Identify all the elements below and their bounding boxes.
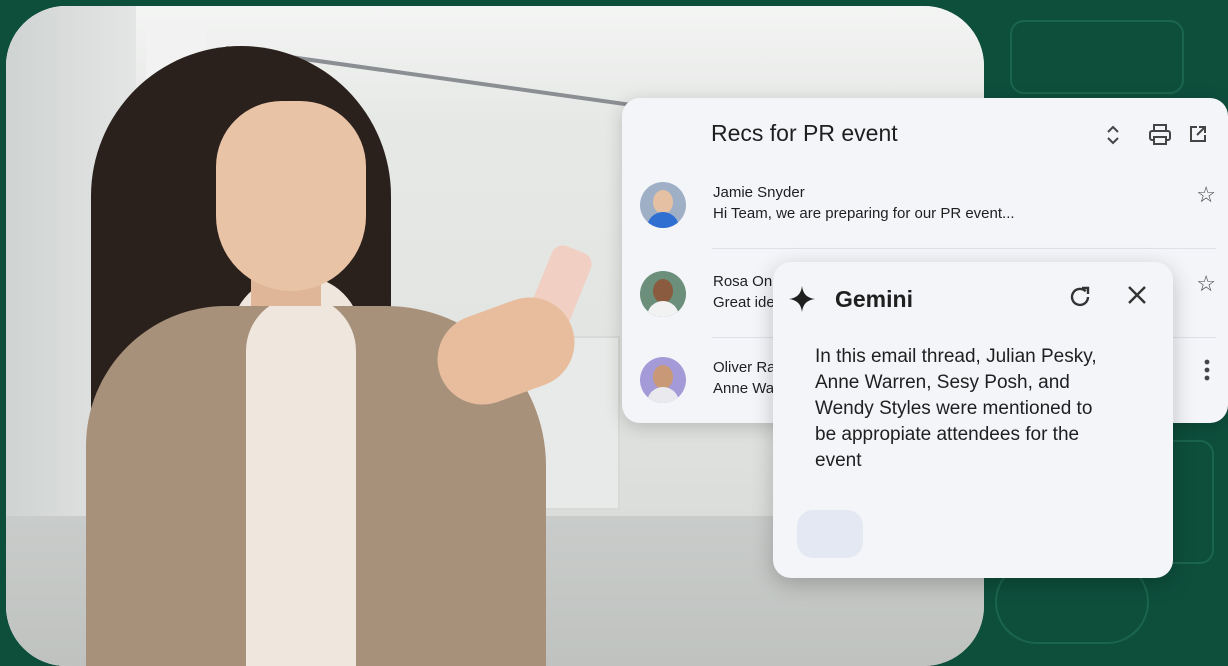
star-icon[interactable]: ☆: [1196, 271, 1216, 297]
open-in-new-icon[interactable]: [1188, 124, 1208, 150]
unfold-icon[interactable]: [1106, 124, 1120, 152]
avatar: [640, 357, 686, 403]
background-doodle: [1010, 20, 1184, 94]
more-vert-icon[interactable]: [1204, 359, 1210, 387]
gemini-sparkle-icon: [787, 284, 817, 322]
print-icon[interactable]: [1148, 124, 1172, 152]
person-face: [216, 101, 366, 291]
divider: [712, 248, 1216, 249]
refresh-icon[interactable]: [1067, 284, 1093, 317]
sender-name: Jamie Snyder: [713, 184, 805, 201]
gemini-panel: Gemini In this email thread, Julian Pesk…: [773, 262, 1173, 578]
avatar: [640, 271, 686, 317]
list-item[interactable]: Jamie Snyder Hi Team, we are preparing f…: [622, 170, 1228, 250]
message-snippet: Anne Wa: [713, 380, 775, 397]
sender-name: Rosa Onu: [713, 273, 781, 290]
thread-title: Recs for PR event: [711, 120, 898, 146]
gemini-response: In this email thread, Julian Pesky, Anne…: [815, 346, 1097, 471]
gemini-title: Gemini: [835, 286, 913, 312]
avatar: [640, 182, 686, 228]
sender-name: Oliver Ra: [713, 359, 776, 376]
person-sweater-front: [246, 296, 356, 666]
close-icon[interactable]: [1125, 282, 1149, 314]
star-icon[interactable]: ☆: [1196, 182, 1216, 208]
message-snippet: Hi Team, we are preparing for our PR eve…: [713, 205, 1015, 222]
suggestion-chip[interactable]: [797, 510, 863, 558]
